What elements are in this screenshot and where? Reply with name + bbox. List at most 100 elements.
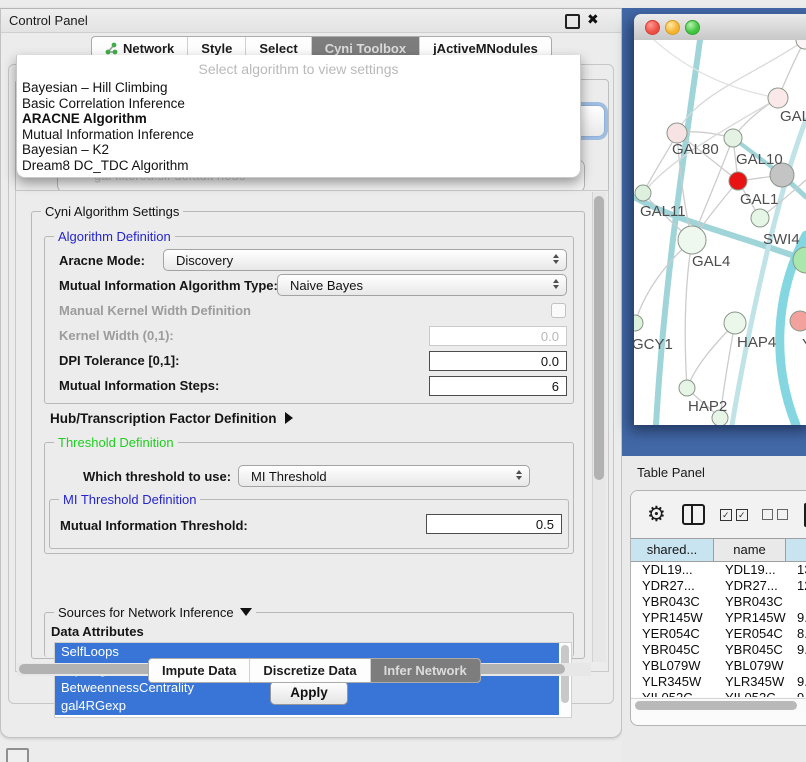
mi-threshold-definition-group: MI Threshold Definition Mutual Informati… (49, 499, 569, 549)
tab-label: Style (201, 41, 232, 56)
network-canvas[interactable]: GALGAL80GAL10GAL1GAL11SWI4GAL4GCY1YHAP4H… (634, 40, 806, 425)
table-body: YDL19...YDL19...13YDR27...YDR27...12YBR0… (631, 562, 806, 697)
hub-transcription-label: Hub/Transcription Factor Definition (50, 411, 277, 426)
table-row[interactable]: YBR045CYBR045C9. (631, 642, 806, 658)
network-node-GCY1[interactable] (634, 315, 643, 331)
mi-algorithm-type-combobox[interactable]: Naive Bayes (277, 274, 567, 296)
tab-impute-data[interactable]: Impute Data (149, 659, 250, 682)
table-panel-area: Table Panel ⚙ ✓✓ shared...name YDL19...Y… (622, 456, 806, 762)
sources-title: Sources for Network Inference (54, 605, 256, 620)
network-node-GAL1[interactable] (729, 172, 747, 190)
bottom-tabbar: Impute Data Discretize Data Infer Network (148, 658, 481, 683)
network-node-label: HAP2 (688, 398, 727, 415)
network-node-HAP4[interactable] (724, 312, 746, 334)
settings-vertical-scrollbar[interactable] (592, 192, 606, 662)
mi-threshold-field[interactable]: 0.5 (426, 514, 562, 534)
tab-label: Impute Data (162, 663, 236, 678)
dpi-tolerance-label: DPI Tolerance [0,1]: (59, 353, 179, 368)
hub-transcription-expander[interactable]: Hub/Transcription Factor Definition (50, 411, 293, 426)
algorithm-option[interactable]: Bayesian – Hill Climbing (17, 80, 580, 96)
close-icon[interactable]: ✖ (587, 11, 599, 28)
table-row[interactable]: YPR145WYPR145W9. (631, 610, 806, 626)
collapse-arrow-icon[interactable] (240, 608, 252, 616)
manual-kernel-width-checkbox[interactable] (551, 303, 566, 318)
gear-icon[interactable]: ⚙ (647, 502, 666, 527)
algorithm-option[interactable]: Basic Correlation Inference (17, 96, 580, 112)
network-window: GALGAL80GAL10GAL1GAL11SWI4GAL4GCY1YHAP4H… (634, 14, 806, 425)
mi-steps-field[interactable]: 6 (429, 376, 567, 396)
network-node-salmon-node[interactable] (790, 311, 806, 331)
table-row[interactable]: YBL079WYBL079W (631, 658, 806, 674)
combo-stepper-icon (553, 279, 559, 289)
table-cell: 9. (786, 642, 806, 658)
screen: Control Panel ✖ NetworkStyleSelectCyni T… (0, 0, 806, 762)
minimize-traffic-light-icon[interactable] (665, 20, 680, 35)
column-header[interactable] (786, 538, 806, 562)
cyni-algorithm-settings-group: Cyni Algorithm Settings Algorithm Defini… (31, 211, 585, 659)
table-row[interactable]: YDR27...YDR27...12 (631, 578, 806, 594)
algorithm-definition-title: Algorithm Definition (54, 229, 175, 244)
network-node-GAL11[interactable] (635, 185, 651, 201)
which-threshold-combobox[interactable]: MI Threshold (238, 465, 530, 487)
network-node-node-top[interactable] (796, 40, 806, 49)
table-cell: YBL079W (714, 658, 786, 674)
zoom-traffic-light-icon[interactable] (685, 20, 700, 35)
algorithm-option[interactable]: Bayesian – K2 (17, 142, 580, 158)
table-horizontal-scrollbar[interactable] (631, 698, 806, 713)
network-node-GAL80[interactable] (667, 123, 687, 143)
cyni-algorithm-settings-title: Cyni Algorithm Settings (41, 204, 183, 219)
table-cell: YER054C (714, 626, 786, 642)
table-row[interactable]: YER054CYER054C8. (631, 626, 806, 642)
network-edge (685, 240, 692, 388)
control-panel-title: Control Panel (9, 13, 88, 28)
apply-button[interactable]: Apply (270, 681, 348, 705)
network-node-GAL10[interactable] (724, 129, 742, 147)
table-cell: 9. (786, 674, 806, 690)
table-cell: YDL19... (631, 562, 714, 578)
threshold-definition-title: Threshold Definition (54, 435, 178, 450)
list-scrollbar[interactable] (559, 643, 571, 717)
network-node-label: GAL11 (640, 203, 686, 220)
table-cell: YLR345W (714, 674, 786, 690)
table-hscroll-thumb[interactable] (635, 701, 797, 710)
table-row[interactable]: YIL052CYIL052C9 (631, 690, 806, 697)
column-header[interactable]: shared... (631, 538, 714, 562)
table-cell: YBR045C (631, 642, 714, 658)
select-all-columns-icon[interactable]: ✓✓ (720, 509, 748, 521)
table-panel-title: Table Panel (637, 465, 705, 480)
table-cell: YIL052C (714, 690, 786, 697)
table-cell: YBR043C (714, 594, 786, 610)
table-row[interactable]: YBR043CYBR043C (631, 594, 806, 610)
network-node-label: GAL1 (740, 191, 778, 208)
table-cell: YBR043C (631, 594, 714, 610)
table-cell: YPR145W (631, 610, 714, 626)
table-cell (786, 594, 806, 610)
algorithm-option[interactable]: Mutual Information Inference (17, 127, 580, 143)
table-cell: 8. (786, 626, 806, 642)
settings-vscroll-thumb[interactable] (594, 196, 604, 480)
docked-panel-icon[interactable] (6, 748, 29, 762)
table-cell: 12 (786, 578, 806, 594)
tab-infer-network[interactable]: Infer Network (371, 659, 480, 682)
tab-label: Infer Network (384, 663, 467, 678)
tab-discretize-data[interactable]: Discretize Data (250, 659, 370, 682)
deselect-all-columns-icon[interactable] (762, 509, 788, 520)
network-node-label: GCY1 (634, 336, 673, 353)
algorithm-option[interactable]: Dream8 DC_TDC Algorithm (17, 158, 580, 174)
float-window-icon[interactable] (565, 14, 580, 29)
threshold-definition-group: Threshold Definition Which threshold to … (44, 442, 574, 554)
dpi-tolerance-field[interactable]: 0.0 (429, 351, 567, 371)
network-node-label: GAL80 (672, 141, 719, 158)
show-columns-icon[interactable] (682, 504, 705, 525)
table-row[interactable]: YDL19...YDL19...13 (631, 562, 806, 578)
table-row[interactable]: YLR345WYLR345W9. (631, 674, 806, 690)
tab-label: Network (123, 41, 174, 56)
network-node-GAL-partial[interactable] (768, 88, 788, 108)
column-header[interactable]: name (714, 538, 786, 562)
network-node-GAL4[interactable] (678, 226, 706, 254)
aracne-mode-combobox[interactable]: Discovery (163, 249, 567, 271)
close-traffic-light-icon[interactable] (645, 20, 660, 35)
algorithm-option[interactable]: ARACNE Algorithm (17, 111, 580, 127)
network-node-SWI4[interactable] (751, 209, 769, 227)
network-node-HAP2[interactable] (679, 380, 695, 396)
